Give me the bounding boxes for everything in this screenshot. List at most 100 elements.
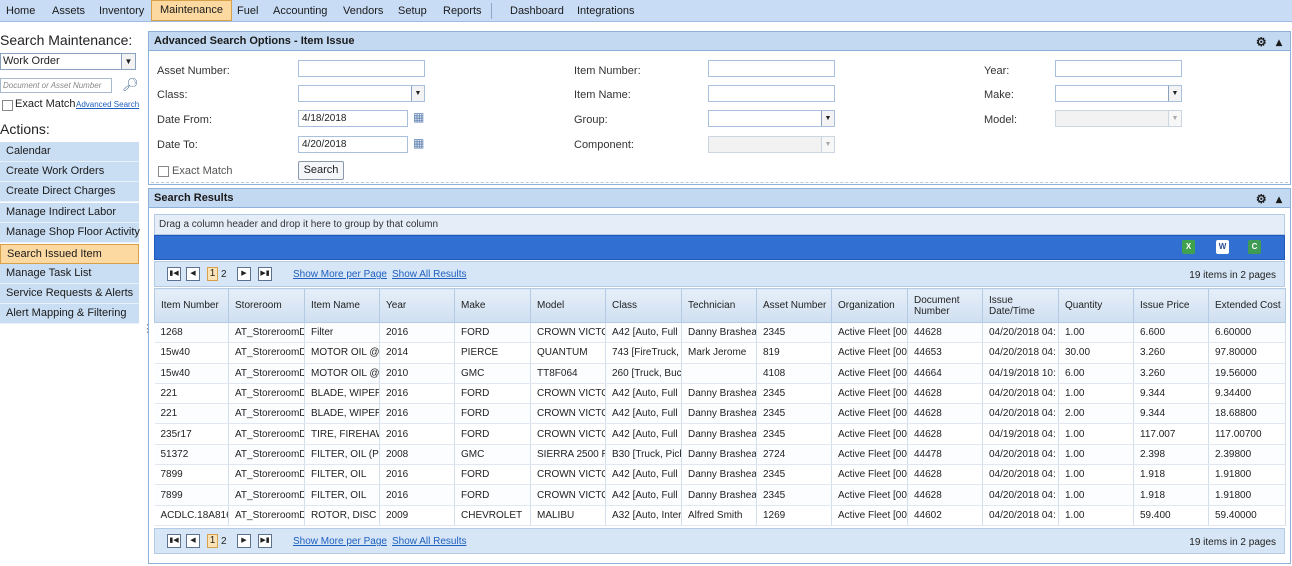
first-page-icon[interactable]: ▮◀ [167,267,181,281]
word-export-icon[interactable]: W [1216,240,1229,254]
page-1-link[interactable]: 1 [207,534,218,548]
col-header-item-number[interactable]: Item Number [154,288,229,323]
nav-inventory[interactable]: Inventory [99,4,144,20]
table-row[interactable]: 7899 AT_StoreroomD FILTER, OIL 2016 FORD CROW… [154,464,1286,486]
table-row[interactable]: ACDLC.18A816 AT_StoreroomD ROTOR, DISC B 20… [154,505,1286,526]
action-calendar[interactable]: Calendar [0,142,139,162]
show-more-per-page-link[interactable]: Show More per Page [293,269,387,280]
nav-assets[interactable]: Assets [52,4,85,20]
nav-fuel[interactable]: Fuel [237,4,258,20]
collapse-icon[interactable]: ▴ [1276,35,1282,49]
action-manage-shop-floor-activity[interactable]: Manage Shop Floor Activity [0,223,140,243]
table-cell: FILTER, OIL [304,464,380,486]
show-more-per-page-link[interactable]: Show More per Page [293,536,387,547]
col-header-make[interactable]: Make [454,288,531,323]
col-header-asset-number[interactable]: Asset Number [756,288,832,323]
nav-integrations[interactable]: Integrations [577,4,634,20]
col-header-model[interactable]: Model [530,288,606,323]
item-name-field[interactable] [708,85,835,102]
search-icon[interactable]: 🔎︎ [122,77,139,93]
action-create-direct-charges[interactable]: Create Direct Charges [0,182,139,202]
chevron-down-icon[interactable]: ▼ [821,111,834,126]
page-2-link[interactable]: 2 [221,536,227,548]
nav-setup[interactable]: Setup [398,4,427,20]
next-page-icon[interactable]: ▶ [237,534,251,548]
col-header-item-name[interactable]: Item Name [304,288,380,323]
table-row[interactable]: 1268 AT_StoreroomD Filter 2016 FORD CROWN VIC… [154,322,1286,344]
make-select[interactable]: ▼ [1055,85,1182,102]
table-cell: 9.34400 [1208,383,1286,405]
action-create-work-orders[interactable]: Create Work Orders [0,162,139,182]
model-select[interactable]: ▼ [1055,110,1182,127]
chevron-down-icon[interactable]: ▼ [121,54,135,69]
previous-page-icon[interactable]: ◀ [186,534,200,548]
action-manage-task-list[interactable]: Manage Task List [0,264,139,284]
sidebar-splitter-handle[interactable]: ⋮ [142,322,153,342]
nav-home[interactable]: Home [6,4,35,20]
exact-match-checkbox[interactable] [2,100,13,111]
excel-export-icon[interactable]: X [1182,240,1195,254]
last-page-icon[interactable]: ▶▮ [258,267,272,281]
date-from-field[interactable]: 4/18/2018 [298,110,408,127]
gear-icon[interactable]: ⚙ [1256,35,1267,49]
show-all-results-link[interactable]: Show All Results [392,269,466,280]
table-row[interactable]: 15w40 AT_StoreroomD MOTOR OIL @2010 GMC TT8F… [154,363,1286,384]
page-1-link[interactable]: 1 [207,267,218,281]
advanced-search-link[interactable]: Advanced Search [76,100,139,109]
col-header-quantity[interactable]: Quantity [1058,288,1134,323]
gear-icon[interactable]: ⚙ [1256,192,1267,206]
page-2-link[interactable]: 2 [221,269,227,281]
col-header-technician[interactable]: Technician [681,288,757,323]
nav-accounting[interactable]: Accounting [273,4,327,20]
table-row[interactable]: 221AT_StoreroomDBLADE, WIPER -2016FORDCR… [154,383,1286,405]
action-service-requests-alerts[interactable]: Service Requests & Alerts [0,284,139,304]
table-row[interactable]: 51372 AT_StoreroomD FILTER, OIL (PH 2008 GMC… [154,444,1286,466]
date-to-field[interactable]: 4/20/2018 [298,136,408,153]
action-manage-indirect-labor[interactable]: Manage Indirect Labor [0,203,139,223]
search-type-select[interactable]: Work Order ▼ [0,53,136,70]
table-cell: FORD [454,484,531,506]
previous-page-icon[interactable]: ◀ [186,267,200,281]
table-row[interactable]: 235r17AT_StoreroomDTIRE, FIREHAWI2016FOR… [154,423,1286,445]
nav-maintenance[interactable]: Maintenance [151,0,232,21]
first-page-icon[interactable]: ▮◀ [167,534,181,548]
table-cell: 2016 [379,464,455,486]
class-select[interactable]: ▼ [298,85,425,102]
last-page-icon[interactable]: ▶▮ [258,534,272,548]
nav-reports[interactable]: Reports [443,4,482,20]
calendar-icon[interactable]: ▦ [413,136,424,150]
col-header-issue-date-time[interactable]: Issue Date/Time [982,288,1059,323]
component-select[interactable]: ▼ [708,136,835,153]
chevron-down-icon[interactable]: ▼ [1168,86,1181,101]
year-field[interactable] [1055,60,1182,77]
show-all-results-link[interactable]: Show All Results [392,536,466,547]
nav-dashboard[interactable]: Dashboard [510,4,564,20]
item-number-field[interactable] [708,60,835,77]
document-asset-search-input[interactable]: Document or Asset Number [0,78,112,93]
table-cell: Active Fleet [00 [831,444,908,466]
col-header-year[interactable]: Year [379,288,455,323]
group-by-drop-area[interactable]: Drag a column header and drop it here to… [154,214,1285,235]
collapse-icon[interactable]: ▴ [1276,192,1282,206]
action-search-issued-item[interactable]: Search Issued Item [0,244,139,264]
table-row[interactable]: 7899 AT_StoreroomD FILTER, OIL 2016 FORD CROW… [154,484,1286,506]
calendar-icon[interactable]: ▦ [413,110,424,124]
col-header-organization[interactable]: Organization [831,288,908,323]
table-row[interactable]: 15w40 AT_StoreroomD MOTOR OIL @2014 PIERCE Q… [154,342,1286,364]
col-header-storeroom[interactable]: Storeroom [228,288,305,323]
exact-match-checkbox[interactable] [158,166,169,177]
asset-number-field[interactable] [298,60,425,77]
col-header-class[interactable]: Class [605,288,682,323]
table-row[interactable]: 221AT_StoreroomDBLADE, WIPER -2016FORDCR… [154,403,1286,425]
col-header-issue-price[interactable]: Issue Price [1133,288,1209,323]
chevron-down-icon[interactable]: ▼ [411,86,424,101]
nav-vendors[interactable]: Vendors [343,4,383,20]
search-button[interactable]: Search [298,161,344,180]
action-alert-mapping-filtering[interactable]: Alert Mapping & Filtering [0,304,139,324]
group-select[interactable]: ▼ [708,110,835,127]
actions-title: Actions: [0,121,50,137]
next-page-icon[interactable]: ▶ [237,267,251,281]
col-header-document-number[interactable]: Document Number [907,288,983,323]
col-header-extended-cost[interactable]: Extended Cost [1208,288,1286,323]
csv-export-icon[interactable]: C [1248,240,1261,254]
